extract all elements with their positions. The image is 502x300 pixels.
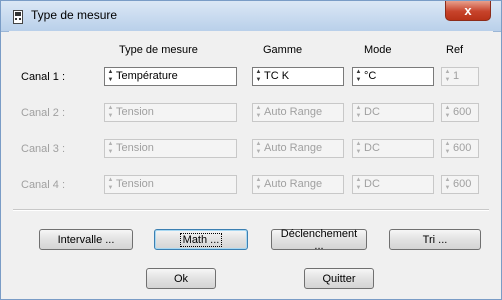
channel-3-ref-value: 600	[453, 142, 472, 154]
divider	[13, 209, 489, 211]
column-header-range: Gamme	[263, 44, 303, 56]
channel-1-range-field[interactable]: ▲ ▼ TC K	[252, 67, 344, 86]
spin-arrows-icon[interactable]: ▲ ▼	[443, 141, 452, 156]
column-header-ref: Ref	[446, 44, 464, 56]
spin-arrows-icon[interactable]: ▲ ▼	[443, 177, 452, 192]
channel-2-ref-field[interactable]: ▲ ▼ 600	[441, 103, 479, 122]
channel-2-ref-value: 600	[453, 106, 472, 118]
spin-arrows-icon[interactable]: ▲ ▼	[443, 105, 452, 120]
channel-2-range-value: Auto Range	[264, 106, 323, 118]
channel-2-type-field[interactable]: ▲ ▼ Tension	[104, 103, 237, 122]
close-button[interactable]: x	[445, 1, 491, 21]
channel-4-mode-value: DC	[364, 178, 380, 190]
column-header-mode: Mode	[364, 44, 392, 56]
channel-3-label: Canal 3 :	[21, 143, 66, 155]
channel-4-ref-value: 600	[453, 178, 472, 190]
channel-1-type-value: Température	[116, 70, 178, 82]
app-icon	[13, 10, 23, 24]
spin-arrows-icon[interactable]: ▲ ▼	[106, 105, 115, 120]
channel-3-range-value: Auto Range	[264, 142, 323, 154]
channel-3-mode-field[interactable]: ▲ ▼ DC	[352, 139, 434, 158]
channel-3-ref-field[interactable]: ▲ ▼ 600	[441, 139, 479, 158]
declenchement-button[interactable]: Déclenchement ...	[271, 228, 367, 252]
channel-3-range-field[interactable]: ▲ ▼ Auto Range	[252, 139, 344, 158]
spin-arrows-icon[interactable]: ▲ ▼	[354, 141, 363, 156]
spin-arrows-icon[interactable]: ▲ ▼	[354, 177, 363, 192]
channel-2-type-value: Tension	[116, 106, 154, 118]
channel-2-mode-value: DC	[364, 106, 380, 118]
quitter-button[interactable]: Quitter	[304, 268, 374, 289]
spin-arrows-icon[interactable]: ▲ ▼	[354, 69, 363, 84]
channel-1-ref-field[interactable]: ▲ ▼ 1	[441, 67, 479, 86]
title-bar[interactable]: Type de mesure x	[1, 1, 501, 32]
dialog-body: Type de mesure Gamme Mode Ref Canal 1 : …	[9, 31, 493, 293]
spin-arrows-icon[interactable]: ▲ ▼	[443, 69, 452, 84]
channel-2-mode-field[interactable]: ▲ ▼ DC	[352, 103, 434, 122]
channel-4-ref-field[interactable]: ▲ ▼ 600	[441, 175, 479, 194]
dialog-window: Type de mesure x Type de mesure Gamme Mo…	[0, 0, 502, 300]
channel-4-range-value: Auto Range	[264, 178, 323, 190]
tri-button[interactable]: Tri ...	[389, 229, 481, 250]
channel-4-label: Canal 4 :	[21, 179, 66, 191]
channel-1-label: Canal 1 :	[21, 71, 66, 83]
channel-1-type-field[interactable]: ▲ ▼ Température	[104, 67, 237, 86]
math-button[interactable]: Math ...	[154, 229, 248, 250]
spin-arrows-icon[interactable]: ▲ ▼	[254, 177, 263, 192]
channel-2-range-field[interactable]: ▲ ▼ Auto Range	[252, 103, 344, 122]
channel-4-type-value: Tension	[116, 178, 154, 190]
channel-4-type-field[interactable]: ▲ ▼ Tension	[104, 175, 237, 194]
channel-1-mode-field[interactable]: ▲ ▼ °C	[352, 67, 434, 86]
spin-arrows-icon[interactable]: ▲ ▼	[106, 141, 115, 156]
window-title: Type de mesure	[31, 8, 118, 22]
spin-arrows-icon[interactable]: ▲ ▼	[254, 105, 263, 120]
channel-1-range-value: TC K	[264, 70, 290, 82]
spin-arrows-icon[interactable]: ▲ ▼	[106, 177, 115, 192]
channel-2-label: Canal 2 :	[21, 107, 66, 119]
column-header-type: Type de mesure	[119, 44, 198, 56]
intervalle-button[interactable]: Intervalle ...	[39, 229, 133, 250]
spin-arrows-icon[interactable]: ▲ ▼	[106, 69, 115, 84]
spin-arrows-icon[interactable]: ▲ ▼	[254, 69, 263, 84]
channel-4-mode-field[interactable]: ▲ ▼ DC	[352, 175, 434, 194]
ok-button[interactable]: Ok	[146, 268, 216, 289]
spin-arrows-icon[interactable]: ▲ ▼	[254, 141, 263, 156]
channel-1-mode-value: °C	[364, 70, 377, 82]
channel-1-ref-value: 1	[453, 70, 460, 82]
channel-4-range-field[interactable]: ▲ ▼ Auto Range	[252, 175, 344, 194]
channel-3-type-value: Tension	[116, 142, 154, 154]
close-icon: x	[464, 3, 472, 18]
spin-arrows-icon[interactable]: ▲ ▼	[354, 105, 363, 120]
channel-3-type-field[interactable]: ▲ ▼ Tension	[104, 139, 237, 158]
channel-3-mode-value: DC	[364, 142, 380, 154]
